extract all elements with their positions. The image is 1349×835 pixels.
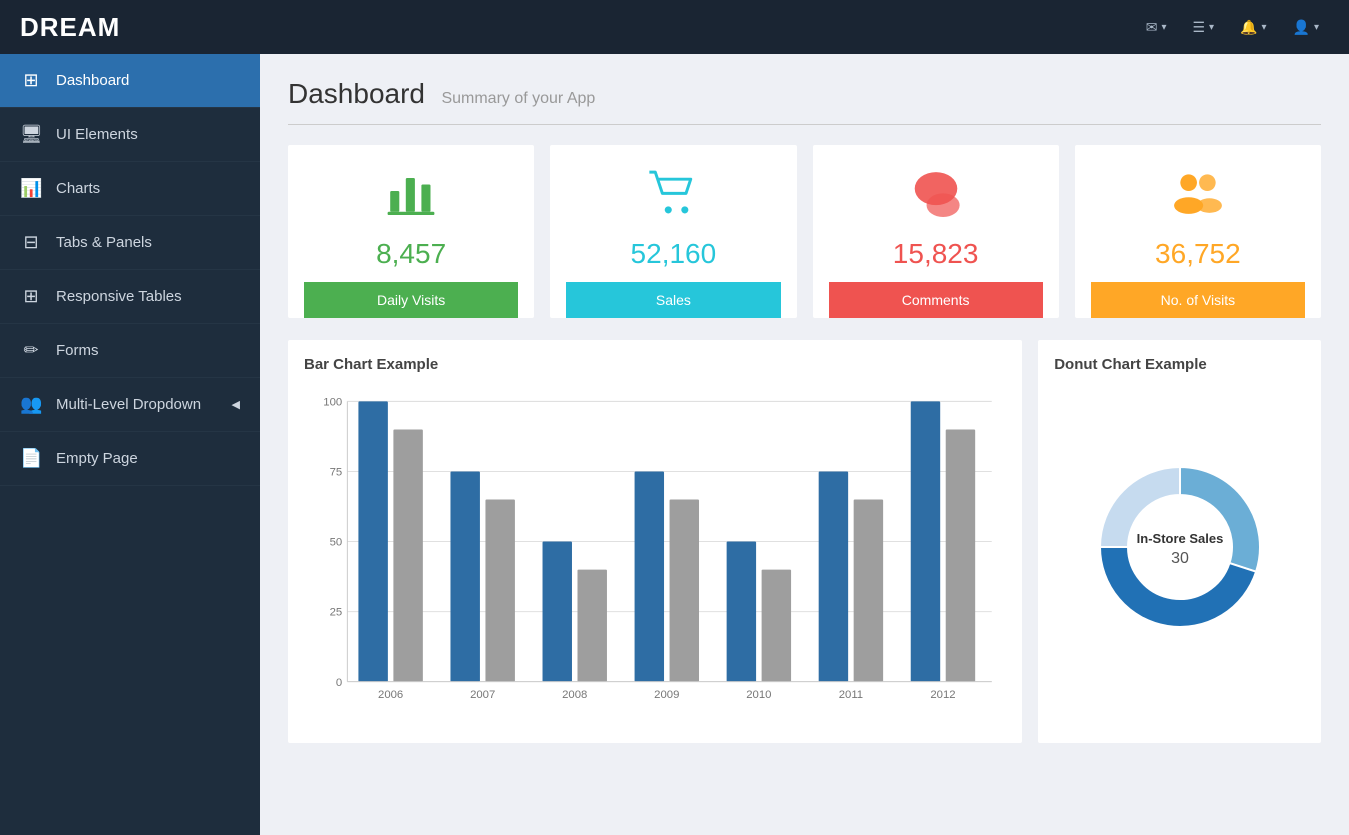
sidebar-label-empty-page: Empty Page — [56, 450, 138, 467]
stat-value-sales: 52,160 — [631, 238, 717, 270]
topnav-icons: ✉ ▾ ☰ ▾ 🔔 ▾ 👤 ▾ — [1136, 13, 1329, 42]
donut-wrapper: In-Store Sales 30 — [1054, 387, 1305, 707]
sidebar-item-responsive-tables[interactable]: ⊞ Responsive Tables — [0, 270, 260, 324]
stat-icon-no-of-visits — [1172, 165, 1224, 230]
bar-chart-title: Bar Chart Example — [304, 356, 1006, 373]
sidebar-icon-empty-page: 📄 — [20, 448, 42, 469]
sidebar-label-forms: Forms — [56, 342, 99, 359]
svg-text:75: 75 — [330, 467, 343, 479]
mail-button[interactable]: ✉ ▾ — [1136, 13, 1177, 42]
stat-label-no-of-visits: No. of Visits — [1091, 282, 1305, 318]
svg-text:0: 0 — [336, 677, 342, 689]
stat-card-comments: 15,823 Comments — [813, 145, 1059, 318]
donut-chart-card: Donut Chart Example In-Store Sales 30 — [1038, 340, 1321, 743]
svg-text:2012: 2012 — [930, 689, 955, 701]
stat-value-comments: 15,823 — [893, 238, 979, 270]
stat-label-sales: Sales — [566, 282, 780, 318]
user-button[interactable]: 👤 ▾ — [1283, 13, 1329, 42]
sidebar-label-dashboard: Dashboard — [56, 72, 129, 89]
sidebar-item-ui-elements[interactable]: 🖥 UI Elements — [0, 108, 260, 162]
sidebar-icon-dashboard: ⊞ — [20, 70, 42, 91]
sidebar-icon-charts: 📊 — [20, 178, 42, 199]
svg-text:30: 30 — [1171, 550, 1189, 567]
sidebar-label-tabs-panels: Tabs & Panels — [56, 234, 152, 251]
brand-logo: DREAM — [20, 12, 1136, 43]
sidebar-icon-ui-elements: 🖥 — [20, 124, 42, 145]
top-navbar: DREAM ✉ ▾ ☰ ▾ 🔔 ▾ 👤 ▾ — [0, 0, 1349, 54]
list-button[interactable]: ☰ ▾ — [1182, 13, 1224, 42]
page-subtitle: Summary of your App — [441, 90, 595, 107]
donut-chart-title: Donut Chart Example — [1054, 356, 1305, 373]
stat-icon-comments — [910, 165, 962, 230]
sidebar-icon-responsive-tables: ⊞ — [20, 286, 42, 307]
sidebar-item-multi-level-dropdown[interactable]: 👥 Multi-Level Dropdown ◀ — [0, 378, 260, 432]
layout: ⊞ Dashboard 🖥 UI Elements 📊 Charts ⊟ Tabs & Pan… — [0, 54, 1349, 835]
stat-card-daily-visits: 8,457 Daily Visits — [288, 145, 534, 318]
bar-chart-card: Bar Chart Example 0 25 50 75 100 2006 2007 2008… — [288, 340, 1022, 743]
bar-chart-wrapper: 0 25 50 75 100 2006 2007 2008 2009 2010 2011 2012 — [304, 387, 1006, 727]
page-title: Dashboard — [288, 78, 425, 109]
sidebar-label-charts: Charts — [56, 180, 100, 197]
stat-label-comments: Comments — [829, 282, 1043, 318]
bell-button[interactable]: 🔔 ▾ — [1230, 13, 1276, 42]
svg-text:2010: 2010 — [746, 689, 771, 701]
bar-chart-svg: 0 25 50 75 100 2006 2007 2008 2009 2010 2011 2012 — [304, 387, 1006, 727]
sidebar-item-empty-page[interactable]: 📄 Empty Page — [0, 432, 260, 486]
svg-text:2007: 2007 — [470, 689, 495, 701]
sidebar-item-forms[interactable]: ✏ Forms — [0, 324, 260, 378]
sidebar-label-multi-level-dropdown: Multi-Level Dropdown — [56, 396, 201, 413]
main-content: Dashboard Summary of your App 8,457 Dail… — [260, 54, 1349, 835]
sidebar-item-charts[interactable]: 📊 Charts — [0, 162, 260, 216]
svg-text:100: 100 — [323, 397, 342, 409]
sidebar-icon-forms: ✏ — [20, 340, 42, 361]
stat-icon-sales — [647, 165, 699, 230]
sidebar-icon-multi-level-dropdown: 👥 — [20, 394, 42, 415]
svg-text:2006: 2006 — [378, 689, 403, 701]
svg-text:2009: 2009 — [654, 689, 679, 701]
sidebar-arrow-multi-level-dropdown: ◀ — [232, 398, 240, 411]
svg-text:In-Store Sales: In-Store Sales — [1136, 531, 1223, 546]
svg-text:2008: 2008 — [562, 689, 587, 701]
stat-card-sales: 52,160 Sales — [550, 145, 796, 318]
sidebar-icon-tabs-panels: ⊟ — [20, 232, 42, 253]
charts-row: Bar Chart Example 0 25 50 75 100 2006 2007 2008… — [288, 340, 1321, 743]
donut-svg: In-Store Sales 30 — [1080, 447, 1280, 647]
sidebar: ⊞ Dashboard 🖥 UI Elements 📊 Charts ⊟ Tabs & Pan… — [0, 54, 260, 835]
stat-value-daily-visits: 8,457 — [376, 238, 446, 270]
page-title-row: Dashboard Summary of your App — [288, 78, 1321, 125]
sidebar-label-responsive-tables: Responsive Tables — [56, 288, 182, 305]
svg-text:25: 25 — [330, 607, 343, 619]
sidebar-item-dashboard[interactable]: ⊞ Dashboard — [0, 54, 260, 108]
stat-label-daily-visits: Daily Visits — [304, 282, 518, 318]
svg-text:2011: 2011 — [839, 689, 863, 701]
sidebar-label-ui-elements: UI Elements — [56, 126, 138, 143]
svg-text:50: 50 — [330, 537, 343, 549]
stat-card-no-of-visits: 36,752 No. of Visits — [1075, 145, 1321, 318]
sidebar-item-tabs-panels[interactable]: ⊟ Tabs & Panels — [0, 216, 260, 270]
stat-cards: 8,457 Daily Visits 52,160 Sales 15,823 C… — [288, 145, 1321, 318]
stat-icon-daily-visits — [385, 165, 437, 230]
stat-value-no-of-visits: 36,752 — [1155, 238, 1241, 270]
